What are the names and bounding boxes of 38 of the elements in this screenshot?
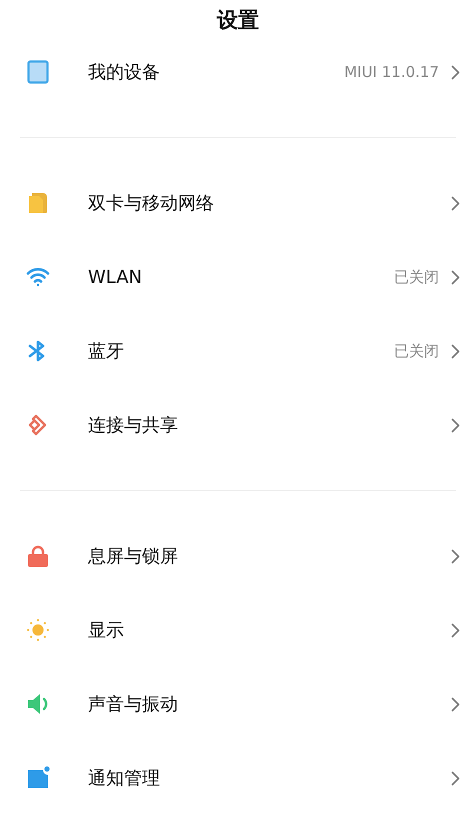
row-value: 已关闭 [394, 268, 439, 286]
settings-row[interactable]: 声音与振动 [0, 667, 476, 741]
settings-row[interactable]: 连接与共享 [0, 388, 476, 462]
row-label: WLAN [88, 266, 144, 288]
chevron-icon [451, 622, 460, 638]
settings-row[interactable]: WLAN 已关闭 [0, 240, 476, 314]
chevron-icon [451, 64, 460, 80]
speaker-icon [26, 692, 50, 716]
wifi-icon [26, 265, 50, 289]
settings-row[interactable]: 息屏与锁屏 [0, 519, 476, 593]
row-label: 我的设备 [88, 61, 161, 84]
row-label: 双卡与移动网络 [88, 192, 215, 215]
row-label: 连接与共享 [88, 414, 179, 437]
row-value: 已关闭 [394, 342, 439, 360]
notification-icon [26, 766, 50, 790]
device-icon [26, 60, 50, 84]
sun-icon [26, 616, 50, 644]
chevron-icon [451, 770, 460, 786]
settings-row[interactable]: 通知管理 [0, 741, 476, 815]
row-label: 蓝牙 [88, 340, 125, 363]
chevron-icon [451, 548, 460, 564]
row-label: 息屏与锁屏 [88, 545, 179, 568]
chevron-icon [451, 270, 460, 284]
row-value: MIUI 11.0.17 [344, 63, 439, 81]
settings-row[interactable]: 双卡与移动网络 [0, 166, 476, 240]
row-label: 通知管理 [88, 767, 161, 790]
row-label: 显示 [88, 619, 125, 642]
chevron-icon [451, 418, 460, 432]
settings-row[interactable]: 显示 [0, 593, 476, 667]
page-title: 设置 [217, 6, 259, 34]
chevron-icon [451, 196, 460, 210]
settings-row[interactable]: 蓝牙 已关闭 [0, 314, 476, 388]
chevron-icon [451, 696, 460, 712]
chevron-icon [451, 344, 460, 358]
row-label: 声音与振动 [88, 693, 179, 716]
sim-card-icon [26, 191, 50, 215]
settings-row[interactable]: 我的设备 MIUI 11.0.17 [0, 35, 476, 109]
lock-icon [26, 544, 50, 568]
